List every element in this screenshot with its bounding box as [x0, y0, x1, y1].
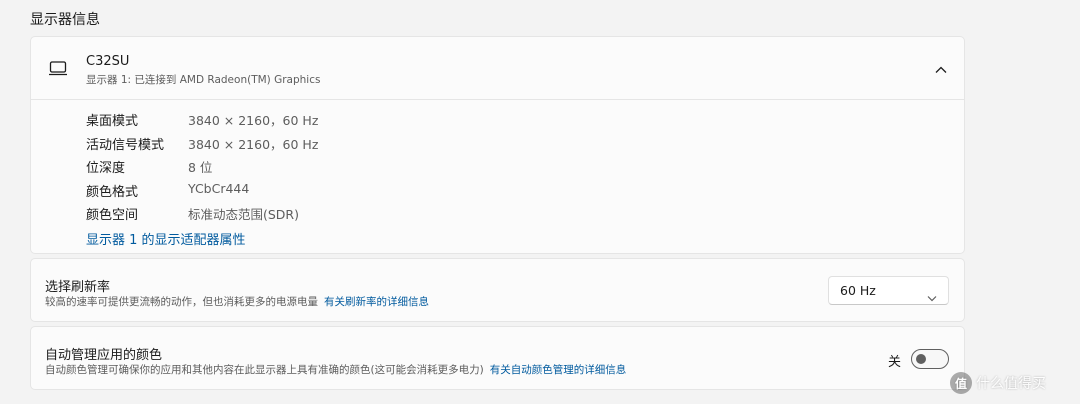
refresh-rate-card: 选择刷新率 较高的速率可提供更流畅的动作，但也消耗更多的电源电量 有关刷新率的详细…	[30, 258, 965, 322]
info-label: 颜色空间	[86, 208, 139, 223]
color-management-toggle[interactable]	[911, 349, 949, 369]
watermark-logo: 值	[950, 372, 972, 394]
info-label: 位深度	[86, 161, 126, 176]
chevron-down-icon	[927, 287, 937, 302]
color-management-description: 自动颜色管理可确保你的应用和其他内容在此显示器上具有准确的颜色(这可能会消耗更多…	[45, 362, 626, 377]
color-management-description-text: 自动颜色管理可确保你的应用和其他内容在此显示器上具有准确的颜色(这可能会消耗更多…	[45, 364, 484, 376]
info-value: 标准动态范围(SDR)	[188, 207, 299, 222]
color-management-title: 自动管理应用的颜色	[45, 348, 163, 363]
watermark-text: 什么值得买	[976, 376, 1046, 392]
info-value: 8 位	[188, 160, 213, 175]
refresh-rate-title: 选择刷新率	[45, 280, 111, 295]
collapse-button[interactable]	[928, 55, 954, 81]
display-header[interactable]: C32SU 显示器 1: 已连接到 AMD Radeon(TM) Graphic…	[31, 37, 964, 100]
refresh-rate-info-link[interactable]: 有关刷新率的详细信息	[324, 296, 429, 308]
monitor-icon	[48, 60, 68, 76]
info-value: YCbCr444	[188, 181, 250, 196]
refresh-rate-description-text: 较高的速率可提供更流畅的动作，但也消耗更多的电源电量	[45, 296, 318, 308]
toggle-state-label: 关	[888, 355, 902, 370]
chevron-up-icon	[935, 59, 947, 78]
info-label: 颜色格式	[86, 185, 139, 200]
refresh-rate-select[interactable]: 60 Hz	[828, 276, 949, 305]
section-title: 显示器信息	[30, 12, 100, 28]
info-label: 桌面模式	[86, 114, 139, 129]
watermark: 值 什么值得买	[950, 370, 1046, 396]
toggle-knob	[916, 354, 926, 364]
adapter-properties-link[interactable]: 显示器 1 的显示适配器属性	[86, 229, 246, 248]
display-info-card: C32SU 显示器 1: 已连接到 AMD Radeon(TM) Graphic…	[30, 36, 965, 254]
color-management-card: 自动管理应用的颜色 自动颜色管理可确保你的应用和其他内容在此显示器上具有准确的颜…	[30, 326, 965, 390]
refresh-rate-selected-value: 60 Hz	[840, 283, 876, 298]
color-management-info-link[interactable]: 有关自动颜色管理的详细信息	[490, 364, 627, 376]
info-value: 3840 × 2160，60 Hz	[188, 137, 319, 152]
refresh-rate-description: 较高的速率可提供更流畅的动作，但也消耗更多的电源电量 有关刷新率的详细信息	[45, 294, 429, 309]
display-subtitle: 显示器 1: 已连接到 AMD Radeon(TM) Graphics	[86, 74, 321, 86]
display-name: C32SU	[86, 54, 130, 69]
info-value: 3840 × 2160，60 Hz	[188, 113, 319, 128]
info-label: 活动信号模式	[86, 138, 165, 153]
